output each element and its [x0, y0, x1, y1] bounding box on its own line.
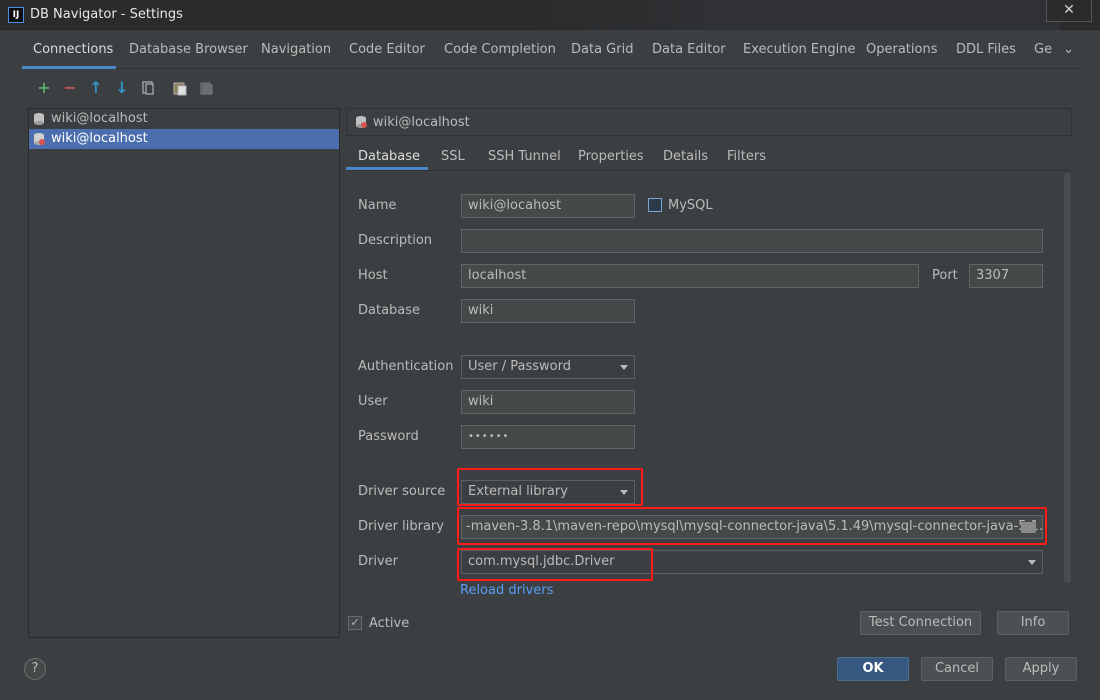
tab-operations[interactable]: Operations [866, 42, 937, 57]
highlight-driver-library [457, 507, 1047, 545]
description-label: Description [358, 233, 433, 248]
test-connection-button[interactable]: Test Connection [860, 611, 981, 635]
tab-code-editor[interactable]: Code Editor [349, 42, 425, 57]
active-subtab-underline [346, 167, 428, 170]
connection-item-selected[interactable]: wiki@localhost [29, 129, 339, 149]
tab-navigation[interactable]: Navigation [261, 42, 331, 57]
tab-execution-engine[interactable]: Execution Engine [743, 42, 855, 57]
host-label: Host [358, 268, 388, 283]
tabs-more-chevron-icon[interactable]: ⌄ [1063, 42, 1074, 57]
info-button[interactable]: Info [997, 611, 1069, 635]
connection-subtabs: Database SSL SSH Tunnel Properties Detai… [346, 144, 1072, 171]
help-button[interactable]: ? [24, 658, 46, 680]
database-icon [34, 113, 44, 125]
tab-code-completion[interactable]: Code Completion [444, 42, 556, 57]
tab-data-grid[interactable]: Data Grid [571, 42, 633, 57]
connection-header-title: wiki@localhost [373, 115, 470, 130]
close-button[interactable]: ✕ [1046, 0, 1092, 22]
delete-icon[interactable] [196, 78, 216, 98]
reload-drivers-link[interactable]: Reload drivers [460, 583, 553, 598]
tab-database[interactable]: Database [358, 149, 420, 164]
connections-list: wiki@localhost wiki@localhost [28, 108, 340, 638]
description-field[interactable] [461, 229, 1043, 253]
active-checkbox[interactable]: ✓ [348, 616, 362, 630]
database-error-icon [34, 133, 45, 145]
tab-database-browser[interactable]: Database Browser [129, 42, 248, 57]
driver-label: Driver [358, 554, 399, 569]
tab-data-editor[interactable]: Data Editor [652, 42, 726, 57]
highlight-driver-source [457, 468, 643, 506]
cancel-button[interactable]: Cancel [921, 657, 993, 681]
connection-label: wiki@localhost [51, 111, 148, 126]
user-label: User [358, 394, 388, 409]
password-field[interactable]: •••••• [461, 425, 635, 449]
tab-ssl[interactable]: SSL [441, 149, 465, 164]
active-label: Active [369, 616, 410, 631]
form-scrollbar[interactable] [1064, 173, 1071, 583]
move-up-icon[interactable]: ↑ [86, 78, 106, 98]
title-bar: IJ DB Navigator - Settings ✕ [0, 0, 1100, 30]
driver-source-label: Driver source [358, 484, 446, 499]
paste-icon[interactable] [170, 78, 190, 98]
connection-label: wiki@localhost [51, 131, 148, 146]
highlight-driver [457, 548, 653, 581]
remove-icon[interactable]: − [60, 78, 80, 98]
authentication-label: Authentication [358, 359, 454, 374]
authentication-value: User / Password [468, 359, 571, 374]
chevron-down-icon [1028, 560, 1036, 565]
connection-item[interactable]: wiki@localhost [29, 109, 339, 129]
name-field[interactable]: wiki@locahost [461, 194, 635, 218]
database-error-icon [356, 116, 367, 128]
password-label: Password [358, 429, 419, 444]
tab-filters[interactable]: Filters [727, 149, 766, 164]
ok-button[interactable]: OK [837, 657, 909, 681]
apply-button[interactable]: Apply [1005, 657, 1077, 681]
intellij-app-icon: IJ [8, 7, 24, 23]
tab-properties[interactable]: Properties [578, 149, 644, 164]
tab-general-truncated[interactable]: Ge [1034, 42, 1052, 57]
database-label: Database [358, 303, 421, 318]
tab-details[interactable]: Details [663, 149, 708, 164]
name-label: Name [358, 198, 397, 213]
background-window-hint [540, 0, 1060, 30]
tab-ssh-tunnel[interactable]: SSH Tunnel [488, 149, 561, 164]
port-label: Port [932, 268, 958, 283]
tab-ddl-files[interactable]: DDL Files [956, 42, 1016, 57]
mysql-icon [648, 198, 662, 212]
driver-library-label: Driver library [358, 519, 444, 534]
user-field[interactable]: wiki [461, 390, 635, 414]
database-field[interactable]: wiki [461, 299, 635, 323]
host-field[interactable]: localhost [461, 264, 919, 288]
chevron-down-icon [620, 365, 628, 370]
active-tab-underline [22, 66, 116, 69]
database-type-label: MySQL [668, 198, 713, 213]
window-title: DB Navigator - Settings [30, 7, 183, 22]
add-icon[interactable]: + [34, 78, 54, 98]
settings-tabs: Connections Database Browser Navigation … [22, 36, 1080, 69]
connection-header: wiki@localhost [346, 108, 1072, 136]
move-down-icon[interactable]: ↓ [112, 78, 132, 98]
copy-icon[interactable] [138, 78, 158, 98]
port-field[interactable]: 3307 [969, 264, 1043, 288]
tab-connections[interactable]: Connections [33, 42, 113, 57]
authentication-select[interactable]: User / Password [461, 355, 635, 379]
